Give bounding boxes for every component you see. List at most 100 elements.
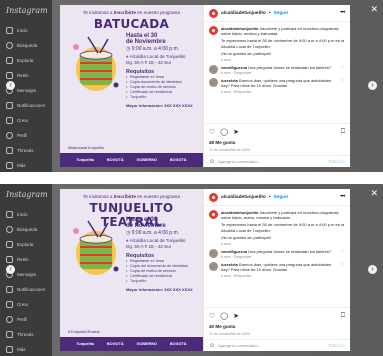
- avatar[interactable]: [209, 192, 218, 202]
- like-icon[interactable]: ♡: [209, 312, 215, 320]
- sidebar-item-1[interactable]: Búsqueda: [6, 222, 52, 237]
- previous-post-button[interactable]: ‹: [6, 81, 15, 90]
- comment-input[interactable]: Agrega un comentario...: [218, 343, 261, 348]
- instagram-logo[interactable]: Instagram: [6, 6, 52, 15]
- sidebar-item-0[interactable]: Inicio: [6, 23, 52, 38]
- flyer-image: Te invitamos a Inscribirte en nuestro pr…: [60, 5, 203, 167]
- close-icon[interactable]: ✕: [370, 4, 378, 15]
- sidebar-item-label: Mensajes: [17, 272, 37, 277]
- flyer-invite: Te invitamos a Inscribirte en nuestro pr…: [83, 10, 180, 15]
- more-options-icon[interactable]: •••: [340, 10, 345, 16]
- post-date: 21 de noviembre de 2023: [209, 148, 250, 152]
- username[interactable]: alcaldiadetunjuelito: [221, 195, 266, 200]
- sidebar-item-9[interactable]: Más: [6, 342, 52, 356]
- nav-icon: [6, 211, 13, 218]
- next-post-button[interactable]: ›: [368, 265, 377, 274]
- comment-meta[interactable]: 8 sem · Responder: [221, 274, 338, 278]
- save-icon[interactable]: ⎕: [341, 128, 345, 136]
- flyer-details: Hasta el 30 de Noviembre ◷ 9:00 a.m. a 4…: [126, 33, 198, 108]
- sidebar-item-0[interactable]: Inicio: [6, 207, 52, 222]
- like-comment-icon[interactable]: ♡: [341, 249, 345, 259]
- instagram-logo[interactable]: Instagram: [6, 190, 52, 199]
- sidebar-item-6[interactable]: Crear: [6, 297, 52, 312]
- sidebar-item-7[interactable]: Perfil: [6, 128, 52, 143]
- avatar[interactable]: [209, 262, 218, 272]
- post-caption: alcaldiadetunjuelito Inscríbete y partic…: [204, 206, 350, 246]
- likes-count[interactable]: 49 Me gusta: [209, 140, 235, 145]
- emoji-icon[interactable]: ☺: [209, 159, 215, 165]
- sidebar-item-8[interactable]: Threads: [6, 327, 52, 342]
- share-icon[interactable]: ➤: [233, 312, 239, 320]
- nav-icon: [6, 72, 13, 79]
- comment-meta[interactable]: 8 sem · Responder: [221, 255, 331, 259]
- follow-button[interactable]: Seguir: [273, 195, 288, 200]
- sidebar-item-label: Búsqueda: [17, 227, 38, 232]
- sidebar-item-label: Explorar: [17, 242, 34, 247]
- sidebar-item-6[interactable]: Crear: [6, 113, 52, 128]
- comment-meta[interactable]: 8 sem · Responder: [221, 71, 331, 75]
- avatar[interactable]: [209, 26, 218, 35]
- comment-text: Buenos días, quisiera una pregunta que a…: [221, 262, 332, 273]
- comment-input[interactable]: Agrega un comentario...: [218, 159, 261, 164]
- nav-icon: [6, 241, 13, 248]
- share-icon[interactable]: ➤: [233, 128, 239, 136]
- nav-icon: [6, 27, 13, 34]
- sidebar-item-8[interactable]: Threads: [6, 143, 52, 158]
- comment: vanelfigueroa Una pregunta dónde se real…: [204, 246, 350, 259]
- nav-icon: [6, 162, 13, 169]
- more-options-icon[interactable]: •••: [340, 194, 345, 200]
- like-icon[interactable]: ♡: [209, 128, 215, 136]
- sidebar-item-label: Threads: [17, 332, 34, 337]
- sidebar-item-label: Crear: [17, 118, 29, 123]
- nav-icon: [6, 226, 13, 233]
- nav-icon: [6, 57, 13, 64]
- flyer-logos: Tunjuelito BOGOTÁ GOBIERNO BOGOTÁ: [60, 153, 203, 167]
- sidebar-item-9[interactable]: Más: [6, 158, 52, 172]
- sidebar-item-label: Notificaciones: [17, 287, 46, 292]
- publish-button[interactable]: Publicar: [328, 159, 345, 164]
- post-date: 21 de noviembre de 2023: [209, 332, 250, 336]
- nav-icon: [6, 42, 13, 49]
- avatar[interactable]: [209, 8, 218, 18]
- next-post-button[interactable]: ›: [368, 81, 377, 90]
- nav-icon: [6, 147, 13, 154]
- save-icon[interactable]: ⎕: [341, 312, 345, 320]
- sidebar-item-label: Explorar: [17, 58, 34, 63]
- close-icon[interactable]: ✕: [370, 188, 378, 199]
- comment: vanelfigueroa Una pregunta dónde se real…: [204, 62, 350, 75]
- avatar[interactable]: [209, 210, 218, 219]
- sidebar-item-1[interactable]: Búsqueda: [6, 38, 52, 53]
- avatar[interactable]: [209, 249, 218, 259]
- comment-user[interactable]: vanelfigueroa: [221, 249, 247, 254]
- sidebar-item-2[interactable]: Explorar: [6, 53, 52, 68]
- likes-count[interactable]: 40 Me gusta: [209, 324, 235, 329]
- follow-button[interactable]: Seguir: [273, 11, 288, 16]
- sidebar-item-7[interactable]: Perfil: [6, 312, 52, 327]
- sidebar-item-label: Perfil: [17, 317, 28, 322]
- comment-text: Una pregunta dónde se realizarán los tal…: [248, 249, 332, 255]
- previous-post-button[interactable]: ‹: [6, 265, 15, 274]
- flyer-title: BATUCADA: [93, 17, 170, 31]
- avatar[interactable]: [209, 78, 218, 88]
- comment-icon[interactable]: ◯: [220, 312, 228, 320]
- sidebar-item-label: Mensajes: [17, 88, 37, 93]
- sidebar-item-5[interactable]: Notificaciones: [6, 98, 52, 113]
- nav-icon: [6, 102, 13, 109]
- comment-meta[interactable]: 8 sem · Responder: [221, 90, 338, 94]
- like-comment-icon[interactable]: ♡: [341, 65, 345, 75]
- emoji-icon[interactable]: ☺: [209, 343, 215, 349]
- publish-button[interactable]: Publicar: [328, 343, 345, 348]
- comment-icon[interactable]: ◯: [220, 128, 228, 136]
- flyer-location: ⌖ Alcaldía Local de Tunjuelito Dg. 50 A #…: [126, 238, 186, 249]
- username[interactable]: alcaldiadetunjuelito: [221, 11, 266, 16]
- sidebar-item-2[interactable]: Explorar: [6, 237, 52, 252]
- like-comment-icon[interactable]: ♡: [341, 262, 345, 277]
- avatar[interactable]: [209, 65, 218, 75]
- sidebar-item-5[interactable]: Notificaciones: [6, 282, 52, 297]
- sidebar-item-label: Más: [17, 163, 26, 168]
- flyer-illustration: [73, 220, 119, 275]
- comment-user[interactable]: vanelfigueroa: [221, 65, 247, 70]
- flyer-image: Te invitamos a Inscribirte en nuestro pr…: [60, 189, 203, 351]
- flyer-hashtag: #BatucadaTunjuelito: [68, 145, 105, 150]
- like-comment-icon[interactable]: ♡: [341, 78, 345, 93]
